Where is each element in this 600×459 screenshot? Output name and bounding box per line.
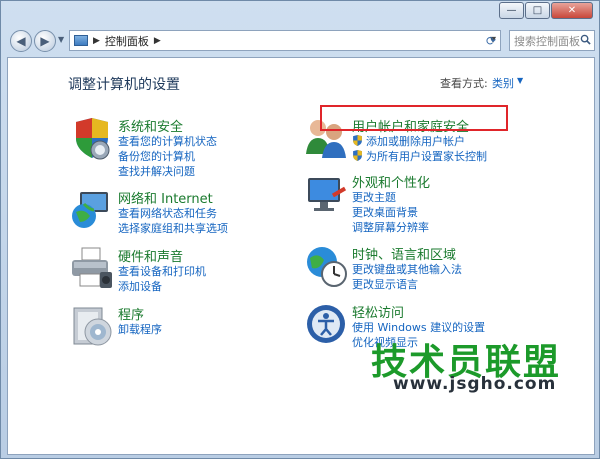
link-add-device[interactable]: 添加设备 — [118, 278, 162, 294]
clock-globe-icon — [307, 247, 347, 287]
history-dropdown-icon[interactable]: ▼ — [58, 35, 64, 44]
back-button[interactable]: ◀ — [10, 30, 32, 52]
navigation-bar: ◀ ▶ ▼ ▶ 控制面板 ▶ ▼ ⟳ 搜索控制面板 — [1, 23, 600, 57]
watermark-url: www.jsgho.com — [393, 374, 557, 394]
address-bar[interactable]: ▶ 控制面板 ▶ ▼ — [69, 30, 501, 51]
link-add-remove-accounts[interactable]: 添加或删除用户帐户 — [352, 133, 465, 149]
link-screen-resolution[interactable]: 调整屏幕分辨率 — [352, 219, 429, 235]
link-parental-controls[interactable]: 为所有用户设置家长控制 — [352, 148, 487, 164]
control-panel-window: — □ ✕ ◀ ▶ ▼ ▶ 控制面板 ▶ ▼ ⟳ 搜索控制面板 调整计算机的设置… — [0, 0, 600, 459]
search-input[interactable]: 搜索控制面板 — [509, 30, 595, 51]
category-hardware-sound: 硬件和声音 查看设备和打印机 添加设备 — [70, 246, 250, 296]
link-homegroup-sharing[interactable]: 选择家庭组和共享选项 — [118, 220, 228, 236]
shield-icon — [76, 118, 110, 160]
ease-of-access-icon — [307, 305, 345, 343]
category-system-security: 系统和安全 查看您的计算机状态 备份您的计算机 查找并解决问题 — [70, 116, 250, 179]
control-panel-icon — [74, 35, 88, 46]
category-network-internet: 网络和 Internet 查看网络状态和任务 选择家庭组和共享选项 — [70, 188, 250, 238]
link-desktop-background[interactable]: 更改桌面背景 — [352, 204, 418, 220]
uac-shield-icon — [353, 150, 362, 161]
search-icon[interactable] — [580, 34, 591, 45]
link-backup-computer[interactable]: 备份您的计算机 — [118, 148, 195, 164]
category-clock-language: 时钟、语言和区域 更改键盘或其他输入法 更改显示语言 — [304, 244, 504, 294]
title-bar: — □ ✕ — [1, 1, 600, 23]
link-change-input-method[interactable]: 更改键盘或其他输入法 — [352, 261, 462, 277]
category-appearance: 外观和个性化 更改主题 更改桌面背景 调整屏幕分辨率 — [304, 172, 504, 235]
link-troubleshoot[interactable]: 查找并解决问题 — [118, 163, 195, 179]
link-change-theme[interactable]: 更改主题 — [352, 189, 396, 205]
view-by-label: 查看方式: — [440, 77, 488, 90]
search-placeholder: 搜索控制面板 — [514, 34, 580, 48]
main-content: 调整计算机的设置 查看方式: 类别 ▼ 系统和安全 查看您的计算机状态 备份您的… — [7, 57, 595, 455]
programs-cd-icon — [73, 307, 112, 346]
link-view-computer-status[interactable]: 查看您的计算机状态 — [118, 133, 217, 149]
link-text[interactable]: 添加或删除用户帐户 — [366, 135, 465, 148]
link-text[interactable]: 为所有用户设置家长控制 — [366, 150, 487, 163]
view-by-dropdown[interactable]: 类别 — [492, 75, 514, 91]
link-devices-printers[interactable]: 查看设备和打印机 — [118, 263, 206, 279]
page-title: 调整计算机的设置 — [68, 77, 180, 93]
network-globe-icon — [72, 192, 108, 228]
link-change-display-language[interactable]: 更改显示语言 — [352, 276, 418, 292]
display-personalize-icon — [308, 178, 347, 211]
breadcrumb-arrow-icon[interactable]: ▶ — [93, 36, 100, 46]
highlight-box — [320, 105, 508, 131]
forward-button[interactable]: ▶ — [34, 30, 56, 52]
breadcrumb-control-panel[interactable]: 控制面板 — [105, 33, 149, 49]
link-uninstall-program[interactable]: 卸载程序 — [118, 321, 162, 337]
maximize-button[interactable]: □ — [525, 2, 550, 19]
caption-buttons: — □ ✕ — [499, 2, 593, 19]
category-programs: 程序 卸载程序 — [70, 304, 250, 354]
printer-icon — [72, 247, 112, 288]
close-button[interactable]: ✕ — [551, 2, 593, 19]
minimize-button[interactable]: — — [499, 2, 524, 19]
back-arrow-icon: ◀ — [16, 34, 26, 48]
chevron-down-icon[interactable]: ▼ — [517, 76, 523, 85]
refresh-icon: ⟳ — [485, 33, 497, 48]
forward-arrow-icon: ▶ — [40, 34, 50, 48]
uac-shield-icon — [353, 135, 362, 146]
breadcrumb-arrow-icon[interactable]: ▶ — [154, 36, 161, 46]
link-network-status[interactable]: 查看网络状态和任务 — [118, 205, 217, 221]
refresh-button[interactable]: ⟳ — [482, 32, 500, 49]
